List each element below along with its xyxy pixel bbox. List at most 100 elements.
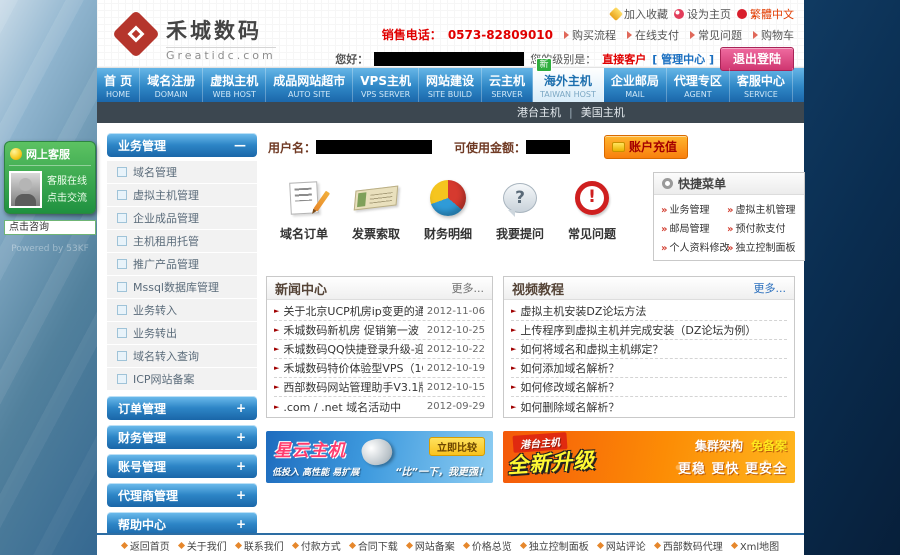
- tab-vps[interactable]: VPS主机VPS SERVER: [353, 68, 419, 102]
- faq-link[interactable]: 常见问题: [690, 27, 742, 43]
- sidebar-section-business[interactable]: 业务管理 —: [107, 133, 257, 157]
- purchase-process-link[interactable]: 购买流程: [564, 27, 616, 43]
- powered-by-label: Powered by 53KF: [4, 244, 96, 254]
- tab-web-host[interactable]: 虚拟主机WEB HOST: [203, 68, 266, 102]
- online-payment-link[interactable]: 在线支付: [627, 27, 679, 43]
- footer-link-about[interactable]: 关于我们: [179, 538, 227, 553]
- footer-link-prices[interactable]: 价格总览: [464, 538, 512, 553]
- sidebar-item-icp-filing[interactable]: ICP网站备案: [107, 368, 257, 391]
- quickmenu-prepay[interactable]: 预付款支付: [727, 220, 800, 235]
- sidebar-item-mssql[interactable]: Mssql数据库管理: [107, 276, 257, 299]
- chat-consult-input[interactable]: 点击咨询: [4, 220, 96, 235]
- footer-link-control-panel[interactable]: 独立控制面板: [521, 538, 589, 553]
- agent-avatar: [9, 171, 42, 208]
- shortcut-row: 域名订单 发票索取 财务明细 ? 我要提问 !: [266, 172, 795, 261]
- tab-service[interactable]: 客服中心SERVICE: [730, 68, 793, 102]
- news-item[interactable]: 西部数码网站管理助手V3.1版正式发2012-10-15: [274, 378, 485, 397]
- news-item[interactable]: 禾城数码特价体验型VPS（1G内2012-10-19: [274, 359, 485, 378]
- subnav-us-host[interactable]: 美国主机: [561, 102, 625, 123]
- quickmenu-business-mgmt[interactable]: 业务管理: [661, 201, 725, 216]
- footer-link-payment[interactable]: 付款方式: [293, 538, 341, 553]
- sidebar-item-webhost-mgmt[interactable]: 虚拟主机管理: [107, 184, 257, 207]
- video-item[interactable]: 如何删除域名解析？: [511, 397, 787, 416]
- footer-link-xml-map[interactable]: Xml地图: [732, 538, 779, 553]
- traditional-chinese-link[interactable]: 繁體中文: [737, 6, 794, 22]
- sidebar-section-account[interactable]: 账号管理+: [107, 454, 257, 478]
- tab-mail[interactable]: 企业邮局MAIL: [604, 68, 667, 102]
- shortcut-faq[interactable]: ! 常见问题: [556, 178, 628, 261]
- sidebar-item-transfer-in[interactable]: 业务转入: [107, 299, 257, 322]
- tab-home[interactable]: 首 页HOME: [97, 68, 140, 102]
- sales-phone-label: 销售电话：: [382, 26, 442, 43]
- video-header: 视频教程 更多...: [504, 277, 794, 300]
- shortcut-ask-question[interactable]: ? 我要提问: [484, 178, 556, 261]
- news-item[interactable]: 禾城数码QQ快捷登录升级-迎新年2012-10-22: [274, 340, 485, 359]
- sidebar-item-promo-products[interactable]: 推广产品管理: [107, 253, 257, 276]
- footer-link-home[interactable]: 返回首页: [122, 538, 170, 553]
- sidebar-item-host-rental[interactable]: 主机租用托管: [107, 230, 257, 253]
- tab-agent[interactable]: 代理专区AGENT: [667, 68, 730, 102]
- chat-body[interactable]: 客服在线 点击交流: [9, 166, 91, 208]
- recharge-button[interactable]: 账户充值: [604, 135, 688, 159]
- bullet-icon: [731, 541, 738, 548]
- tab-site-build[interactable]: 网站建设SITE BUILD: [419, 68, 482, 102]
- video-item[interactable]: 如何修改域名解析？: [511, 378, 787, 397]
- news-more-link[interactable]: 更多...: [452, 280, 485, 296]
- tab-domain[interactable]: 域名注册DOMAIN: [140, 68, 203, 102]
- bullet-icon: [121, 541, 128, 548]
- content: 业务管理 — 域名管理 虚拟主机管理 企业成品管理 主机租用托管 推广产品管理 …: [97, 123, 804, 536]
- sidebar-section-finance[interactable]: 财务管理+: [107, 425, 257, 449]
- tab-cloud-server[interactable]: 云主机SERVER: [482, 68, 533, 102]
- quickmenu-profile-edit[interactable]: 个人资料修改: [661, 239, 725, 254]
- sidebar-section-agent[interactable]: 代理商管理+: [107, 483, 257, 507]
- tab-auto-site[interactable]: 成品网站超市AUTO SITE: [266, 68, 353, 102]
- set-homepage-link[interactable]: 设为主页: [674, 6, 731, 22]
- video-item[interactable]: 上传程序到虚拟主机并完成安装（DZ论坛为例）: [511, 321, 787, 340]
- shortcut-domain-orders[interactable]: 域名订单: [268, 178, 340, 261]
- sidebar-item-domain-transfer-query[interactable]: 域名转入查询: [107, 345, 257, 368]
- quickmenu-control-panel[interactable]: 独立控制面板: [727, 239, 800, 254]
- news-item[interactable]: 禾城数码新机房 促销第一波2012-10-25: [274, 321, 485, 340]
- sidebar-item-transfer-out[interactable]: 业务转出: [107, 322, 257, 345]
- footer-link-contract[interactable]: 合同下载: [350, 538, 398, 553]
- add-favorite-link[interactable]: 加入收藏: [611, 6, 668, 22]
- footer-link-west-agent[interactable]: 西部数码代理: [655, 538, 723, 553]
- document-pencil-icon: [289, 181, 319, 214]
- video-item[interactable]: 虚拟主机安装DZ论坛方法: [511, 302, 787, 321]
- quickmenu-mail-mgmt[interactable]: 邮局管理: [661, 220, 725, 235]
- taiwan-upgrade-banner[interactable]: 港台主机 全新升级 集群架构免备案 更稳 更快 更安全: [503, 431, 795, 483]
- sidebar-item-product-mgmt[interactable]: 企业成品管理: [107, 207, 257, 230]
- news-item[interactable]: 关于北京UCP机房ip变更的通知2012-11-06: [274, 302, 485, 321]
- bullet-icon: [349, 541, 356, 548]
- news-item[interactable]: .com / .net 域名活动中2012-09-29: [274, 397, 485, 416]
- footer-link-reviews[interactable]: 网站评论: [598, 538, 646, 553]
- video-item[interactable]: 如何添加域名解析？: [511, 359, 787, 378]
- sidebar-item-domain-mgmt[interactable]: 域名管理: [107, 161, 257, 184]
- nebula-host-banner[interactable]: 星云主机 立即比较 低投入 高性能 易扩展 “比”一下，我更强！: [266, 431, 493, 483]
- logo-subtitle: Greatidc.com: [166, 47, 276, 62]
- logo-icon: [115, 13, 157, 55]
- list-icon: [117, 167, 127, 177]
- new-badge-icon: 新: [536, 58, 552, 72]
- sidebar: 业务管理 — 域名管理 虚拟主机管理 企业成品管理 主机租用托管 推广产品管理 …: [107, 133, 257, 536]
- chat-status-line1: 客服在线: [47, 173, 87, 190]
- username-label: 用户名：: [268, 139, 316, 156]
- video-more-link[interactable]: 更多...: [754, 280, 787, 296]
- admin-center-link[interactable]: [ 管理中心 ]: [652, 51, 714, 67]
- sidebar-section-orders[interactable]: 订单管理+: [107, 396, 257, 420]
- footer-link-filing[interactable]: 网站备案: [407, 538, 455, 553]
- cart-link[interactable]: 购物车: [753, 27, 794, 43]
- subnav-hk-taiwan-host[interactable]: 港台主机: [517, 102, 561, 123]
- shortcut-finance-detail[interactable]: 财务明细: [412, 178, 484, 261]
- arrow-icon: [690, 31, 695, 39]
- compare-now-button[interactable]: 立即比较: [429, 437, 485, 456]
- list-icon: [117, 236, 127, 246]
- quickmenu-webhost-mgmt[interactable]: 虚拟主机管理: [727, 201, 800, 216]
- bullet-icon: [463, 541, 470, 548]
- expand-icon: +: [236, 517, 246, 531]
- video-item[interactable]: 如何将域名和虚拟主机绑定？: [511, 340, 787, 359]
- shortcut-invoice-request[interactable]: 发票索取: [340, 178, 412, 261]
- footer-link-contact[interactable]: 联系我们: [236, 538, 284, 553]
- tab-overseas-host[interactable]: 新 海外主机TAIWAN HOST: [533, 68, 604, 102]
- greeting-label: 您好：: [335, 51, 368, 67]
